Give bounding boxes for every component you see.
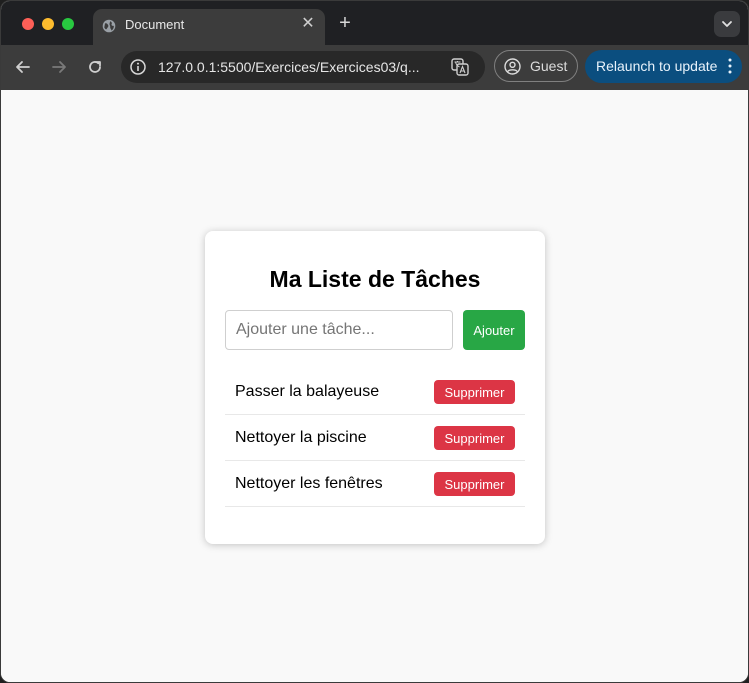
task-item: Passer la balayeuse Supprimer (225, 369, 525, 415)
browser-window: Document ✕ + 127.0.0.1:5500/Exercices/Ex… (0, 0, 749, 683)
forward-arrow-icon[interactable] (48, 56, 70, 78)
plus-icon[interactable]: + (335, 13, 355, 33)
add-task-button[interactable]: Ajouter (463, 310, 525, 350)
task-label: Nettoyer les fenêtres (235, 475, 383, 492)
minimize-window-button[interactable] (42, 18, 54, 30)
tab-search-button[interactable] (714, 11, 740, 37)
profile-icon (504, 58, 521, 75)
translate-icon[interactable] (451, 58, 469, 76)
task-input[interactable] (225, 310, 453, 350)
site-info-icon[interactable] (128, 57, 148, 77)
profile-button[interactable]: Guest (494, 50, 578, 82)
delete-task-button[interactable]: Supprimer (434, 472, 515, 496)
reload-icon[interactable] (84, 56, 106, 78)
task-item: Nettoyer les fenêtres Supprimer (225, 461, 525, 507)
tab-title: Document (125, 17, 185, 32)
close-icon[interactable]: ✕ (299, 15, 317, 33)
chevron-down-icon (722, 21, 732, 27)
globe-icon (102, 19, 116, 33)
task-label: Passer la balayeuse (235, 383, 380, 400)
address-bar[interactable]: 127.0.0.1:5500/Exercices/Exercices03/q..… (121, 51, 485, 83)
close-window-button[interactable] (22, 18, 34, 30)
tab-document[interactable]: Document ✕ (93, 9, 325, 45)
back-arrow-icon[interactable] (12, 56, 34, 78)
relaunch-label: Relaunch to update (596, 58, 718, 74)
page-viewport: Ma Liste de Tâches Ajouter Passer la bal… (1, 90, 748, 682)
browser-toolbar: 127.0.0.1:5500/Exercices/Exercices03/q..… (1, 45, 748, 90)
url-text: 127.0.0.1:5500/Exercices/Exercices03/q..… (158, 59, 420, 75)
relaunch-button[interactable]: Relaunch to update (585, 50, 742, 83)
task-list: Passer la balayeuse Supprimer Nettoyer l… (225, 369, 525, 507)
task-item: Nettoyer la piscine Supprimer (225, 415, 525, 461)
page-title: Ma Liste de Tâches (269, 266, 481, 292)
todo-card: Ma Liste de Tâches Ajouter Passer la bal… (205, 231, 545, 544)
delete-task-button[interactable]: Supprimer (434, 426, 515, 450)
tab-strip: Document ✕ + (1, 1, 748, 45)
delete-task-button[interactable]: Supprimer (434, 380, 515, 404)
more-vert-icon[interactable] (727, 58, 733, 74)
task-label: Nettoyer la piscine (235, 429, 367, 446)
maximize-window-button[interactable] (62, 18, 74, 30)
profile-label: Guest (530, 58, 568, 74)
